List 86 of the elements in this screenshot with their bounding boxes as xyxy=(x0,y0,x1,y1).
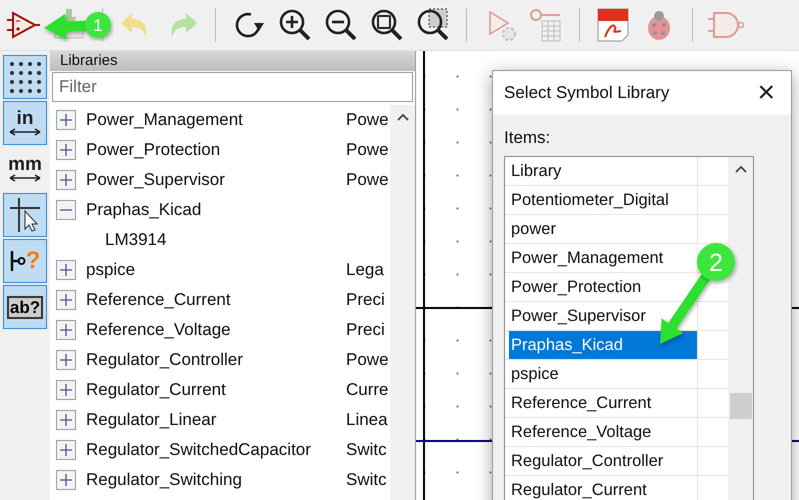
expand-icon[interactable] xyxy=(56,470,76,490)
library-description: Preci xyxy=(346,320,385,340)
double-arrow-icon xyxy=(8,174,42,182)
scroll-thumb[interactable] xyxy=(730,393,752,419)
callout-arrow xyxy=(660,273,711,344)
pdf-file-icon xyxy=(598,8,628,42)
library-description: Powe xyxy=(346,110,389,130)
zoom-out-icon xyxy=(326,10,356,40)
step-badge: 2 xyxy=(697,243,735,281)
library-name[interactable]: Praphas_Kicad xyxy=(86,200,346,220)
library-description: Switc xyxy=(346,470,387,490)
expand-icon[interactable] xyxy=(56,260,76,280)
list-item[interactable]: Praphas_Kicad xyxy=(509,331,698,359)
library-name[interactable]: Power_Management xyxy=(86,110,346,130)
library-description: Powe xyxy=(346,350,389,370)
callout-arrow xyxy=(44,14,88,40)
expand-icon[interactable] xyxy=(56,140,76,160)
library-description: Powe xyxy=(346,140,389,160)
grid-icon xyxy=(8,60,42,94)
library-name[interactable]: Regulator_Switching xyxy=(86,470,346,490)
library-name[interactable]: Power_Supervisor xyxy=(86,170,346,190)
tool-button[interactable]: mm xyxy=(3,147,47,191)
amplifier-icon xyxy=(6,11,41,39)
zoom-area-icon xyxy=(418,8,448,40)
library-description: Curre xyxy=(346,380,389,400)
library-description: Switc xyxy=(346,440,387,460)
list-item[interactable]: Reference_Current xyxy=(505,389,698,417)
symbol-name[interactable]: LM3914 xyxy=(105,230,166,250)
scroll-up-icon[interactable] xyxy=(734,165,746,173)
library-description: Powe xyxy=(346,170,389,190)
close-button[interactable]: × xyxy=(751,78,781,108)
list-item[interactable]: power xyxy=(505,215,698,243)
list-item[interactable]: pspice xyxy=(505,360,698,388)
tool-button[interactable] xyxy=(3,193,47,237)
redo-icon xyxy=(172,13,197,37)
library-name[interactable]: pspice xyxy=(86,260,346,280)
library-name[interactable]: Regulator_Current xyxy=(86,380,346,400)
zoom-fit-icon xyxy=(372,10,402,40)
library-name[interactable]: Regulator_Controller xyxy=(86,350,346,370)
scrollbar[interactable] xyxy=(728,157,753,500)
step-badge: 1 xyxy=(85,12,111,38)
tool-button[interactable]: ab? xyxy=(3,285,47,329)
crosshair-cursor-icon xyxy=(8,197,42,233)
undo-icon xyxy=(121,13,146,37)
pin-icon xyxy=(10,249,26,273)
logic-gate-icon xyxy=(708,12,744,38)
scroll-up-icon[interactable] xyxy=(396,113,408,121)
unit-label: in xyxy=(16,110,34,128)
filter-field[interactable]: Filter xyxy=(52,72,413,102)
expand-icon[interactable] xyxy=(56,290,76,310)
expand-icon[interactable] xyxy=(56,170,76,190)
list-item[interactable]: Regulator_Controller xyxy=(505,447,698,475)
question-mark: ? xyxy=(26,247,40,275)
expand-icon[interactable] xyxy=(56,440,76,460)
expand-icon[interactable] xyxy=(56,410,76,430)
expand-icon[interactable] xyxy=(56,320,76,340)
rotate-icon xyxy=(236,12,264,38)
expand-icon[interactable] xyxy=(56,350,76,370)
column-header[interactable]: Library xyxy=(505,157,698,185)
list-item[interactable]: Reference_Voltage xyxy=(505,418,698,446)
zoom-in-icon xyxy=(280,10,310,40)
unit-label: mm xyxy=(8,156,42,174)
library-description: Preci xyxy=(346,290,385,310)
tool-button[interactable] xyxy=(3,55,47,99)
list-item[interactable]: Regulator_Current xyxy=(505,476,698,500)
scrollbar[interactable] xyxy=(390,105,415,500)
dialog-title: Select Symbol Library xyxy=(504,83,670,103)
library-name[interactable]: Regulator_SwitchedCapacitor xyxy=(86,440,346,460)
amplifier-gear-icon xyxy=(489,10,516,41)
expand-icon[interactable] xyxy=(56,380,76,400)
library-name[interactable]: Reference_Current xyxy=(86,290,346,310)
expand-icon[interactable] xyxy=(56,110,76,130)
library-description: Linea xyxy=(346,410,388,430)
list-item[interactable]: Potentiometer_Digital xyxy=(505,186,698,214)
library-name[interactable]: Power_Protection xyxy=(86,140,346,160)
double-arrow-icon xyxy=(8,128,42,136)
library-description: Lega xyxy=(346,260,384,280)
text-label: ab? xyxy=(6,296,44,318)
pin-table-icon xyxy=(530,9,560,42)
collapse-icon[interactable] xyxy=(56,200,76,220)
panel-header: Libraries xyxy=(50,51,415,71)
library-name[interactable]: Reference_Voltage xyxy=(86,320,346,340)
ladybug-icon xyxy=(648,11,670,40)
library-name[interactable]: Regulator_Linear xyxy=(86,410,346,430)
tool-button[interactable]: in xyxy=(3,101,47,145)
list-label: Items: xyxy=(504,128,552,148)
